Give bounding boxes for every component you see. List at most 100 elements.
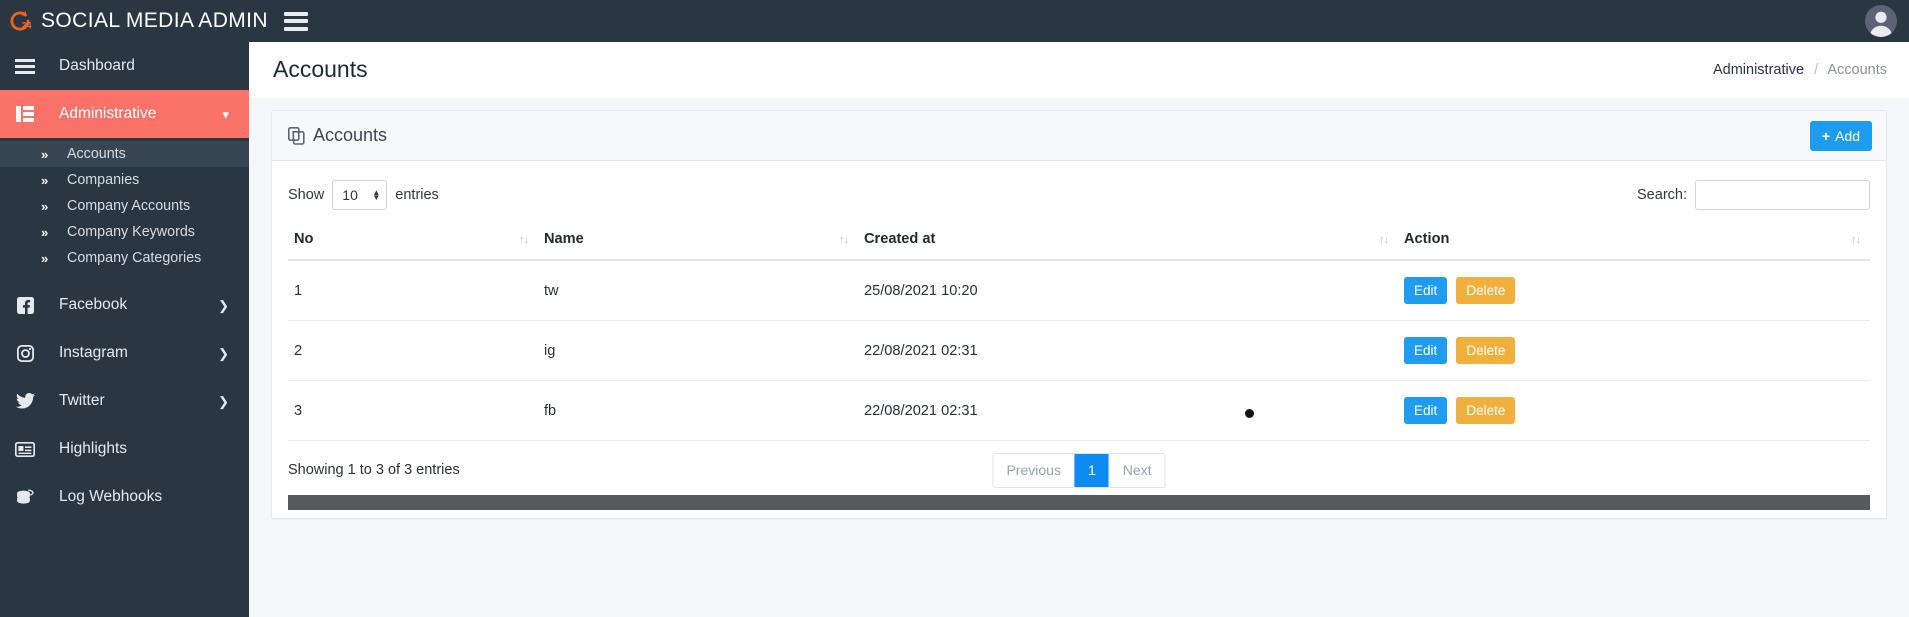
sidebar-item-label: Facebook: [59, 296, 128, 313]
sidebar-item-administrative[interactable]: Administrative ▾: [0, 90, 249, 138]
entries-label: entries: [395, 187, 439, 203]
facebook-icon: [10, 296, 40, 314]
sidebar-item-label: Dashboard: [59, 57, 135, 74]
sidebar-item-label: Twitter: [59, 392, 105, 409]
copy-icon: [288, 126, 305, 145]
sidebar-item-log-webhooks[interactable]: Log Webhooks: [0, 473, 249, 521]
breadcrumb-parent[interactable]: Administrative: [1713, 62, 1804, 78]
delete-button[interactable]: Delete: [1456, 277, 1516, 304]
sort-updown-icon[interactable]: ↑↓: [519, 234, 529, 246]
refresh-24-logo-icon: 24: [7, 8, 33, 34]
sidebar-item-highlights[interactable]: Highlights: [0, 425, 249, 473]
chevron-right-icon: ❯: [218, 297, 229, 313]
brand[interactable]: 24 SOCIAL MEDIA ADMIN: [0, 0, 268, 42]
sidebar-item-accounts[interactable]: » Accounts: [0, 141, 249, 167]
datatable-controls: Show 10 25 50 100 ▲▼: [288, 175, 1870, 215]
sidebar-subitem-label: Accounts: [67, 146, 126, 162]
brand-title: SOCIAL MEDIA ADMIN: [41, 9, 268, 32]
sidebar-subitem-label: Companies: [67, 172, 140, 188]
page-title: Accounts: [273, 56, 368, 82]
cell-name: ig: [538, 320, 858, 381]
column-header-created-at[interactable]: Created at ↑↓: [858, 221, 1398, 261]
sort-updown-icon[interactable]: ↑↓: [1851, 234, 1861, 246]
add-button[interactable]: + Add: [1809, 120, 1872, 151]
cell-no: 3: [288, 380, 538, 441]
edit-button[interactable]: Edit: [1404, 277, 1448, 304]
plus-icon: +: [1821, 127, 1831, 144]
column-header-name[interactable]: Name ↑↓: [538, 221, 858, 261]
sidebar-item-companies[interactable]: » Companies: [0, 167, 249, 193]
column-label: Created at: [864, 231, 936, 247]
avatar[interactable]: [1865, 5, 1897, 37]
cell-name: fb: [538, 380, 858, 441]
user-avatar-icon: [1866, 7, 1896, 37]
breadcrumb-separator: /: [1814, 61, 1819, 78]
table-info: Showing 1 to 3 of 3 entries: [288, 462, 460, 478]
card-header: Accounts + Add: [272, 111, 1886, 161]
add-button-label: Add: [1835, 127, 1860, 144]
chevron-right-icon: ❯: [218, 345, 229, 361]
edit-button[interactable]: Edit: [1404, 337, 1448, 364]
cell-action: Edit Delete: [1398, 320, 1870, 381]
svg-text:24: 24: [22, 20, 32, 30]
accounts-table: No ↑↓ Name ↑↓ Created at ↑↓ Action ↑↓ 1 …: [288, 221, 1870, 441]
app-root: 24 SOCIAL MEDIA ADMIN Dashboard Administ…: [0, 0, 1909, 617]
search-control: Search:: [1637, 180, 1870, 210]
sidebar-item-company-accounts[interactable]: » Company Accounts: [0, 193, 249, 219]
show-label: Show: [288, 187, 325, 203]
search-label: Search:: [1637, 187, 1687, 203]
entries-select-wrap: 10 25 50 100 ▲▼: [332, 180, 388, 210]
topbar-right: [1865, 0, 1897, 42]
double-chevron-right-icon: »: [41, 172, 48, 188]
horizontal-scrollbar[interactable]: [288, 495, 1870, 510]
sidebar-item-facebook[interactable]: Facebook ❯: [0, 281, 249, 329]
sidebar-item-company-keywords[interactable]: » Company Keywords: [0, 219, 249, 245]
sidebar-item-label: Administrative: [59, 105, 157, 122]
column-label: Name: [544, 231, 584, 247]
sidebar-item-dashboard[interactable]: Dashboard: [0, 42, 249, 90]
sidebar-item-label: Log Webhooks: [59, 488, 163, 505]
sort-updown-icon[interactable]: ↑↓: [839, 234, 849, 246]
table-row: 3 fb 22/08/2021 02:31 Edit Delete: [288, 380, 1870, 441]
card-body: Show 10 25 50 100 ▲▼: [272, 161, 1886, 510]
cell-no: 1: [288, 260, 538, 321]
column-label: No: [294, 231, 314, 247]
delete-button[interactable]: Delete: [1456, 397, 1516, 424]
id-card-icon: [10, 441, 40, 457]
breadcrumb-current: Accounts: [1827, 61, 1887, 78]
sort-updown-icon[interactable]: ↑↓: [1379, 234, 1389, 246]
table-row: 2 ig 22/08/2021 02:31 Edit Delete: [288, 320, 1870, 381]
table-grid-icon: [10, 106, 40, 122]
pagination-next[interactable]: Next: [1110, 454, 1165, 487]
chevron-down-icon: ▾: [222, 106, 229, 122]
sidebar[interactable]: Dashboard Administrative ▾ » Accounts »: [0, 42, 249, 617]
edit-button[interactable]: Edit: [1404, 397, 1448, 424]
cell-action: Edit Delete: [1398, 380, 1870, 441]
delete-button[interactable]: Delete: [1456, 337, 1516, 364]
sidebar-item-company-categories[interactable]: » Company Categories: [0, 245, 249, 271]
sidebar-item-twitter[interactable]: Twitter ❯: [0, 377, 249, 425]
cell-name: tw: [538, 260, 858, 321]
table-body: 1 tw 25/08/2021 10:20 Edit Delete 2 ig 2…: [288, 260, 1870, 441]
sidebar-item-label: Highlights: [59, 440, 128, 457]
hamburger-icon[interactable]: [283, 11, 308, 31]
table-row: 1 tw 25/08/2021 10:20 Edit Delete: [288, 260, 1870, 321]
card-title: Accounts: [313, 125, 388, 145]
pagination-previous[interactable]: Previous: [993, 453, 1075, 487]
pagination-page-1[interactable]: 1: [1074, 453, 1110, 487]
accounts-card: Accounts + Add Show 10 ▲ ▼ entries Searc…: [271, 110, 1887, 519]
cell-created-at: 22/08/2021 02:31: [858, 380, 1398, 441]
column-header-action[interactable]: Action ↑↓: [1398, 221, 1870, 261]
card-header-left: Accounts: [288, 125, 387, 146]
column-header-no[interactable]: No ↑↓: [288, 221, 538, 261]
double-chevron-right-icon: »: [41, 198, 48, 214]
page-header: Accounts Administrative / Accounts: [249, 42, 1909, 98]
search-input[interactable]: [1695, 180, 1870, 210]
entries-select[interactable]: 10 25 50 100: [332, 180, 388, 210]
cell-created-at: 22/08/2021 02:31: [858, 320, 1398, 381]
sidebar-subitem-label: Company Accounts: [67, 198, 191, 214]
sidebar-item-instagram[interactable]: Instagram ❯: [0, 329, 249, 377]
cell-created-at: 25/08/2021 10:20: [858, 260, 1398, 321]
sidebar-subitem-label: Company Categories: [67, 250, 202, 266]
double-chevron-right-icon: »: [41, 250, 48, 266]
